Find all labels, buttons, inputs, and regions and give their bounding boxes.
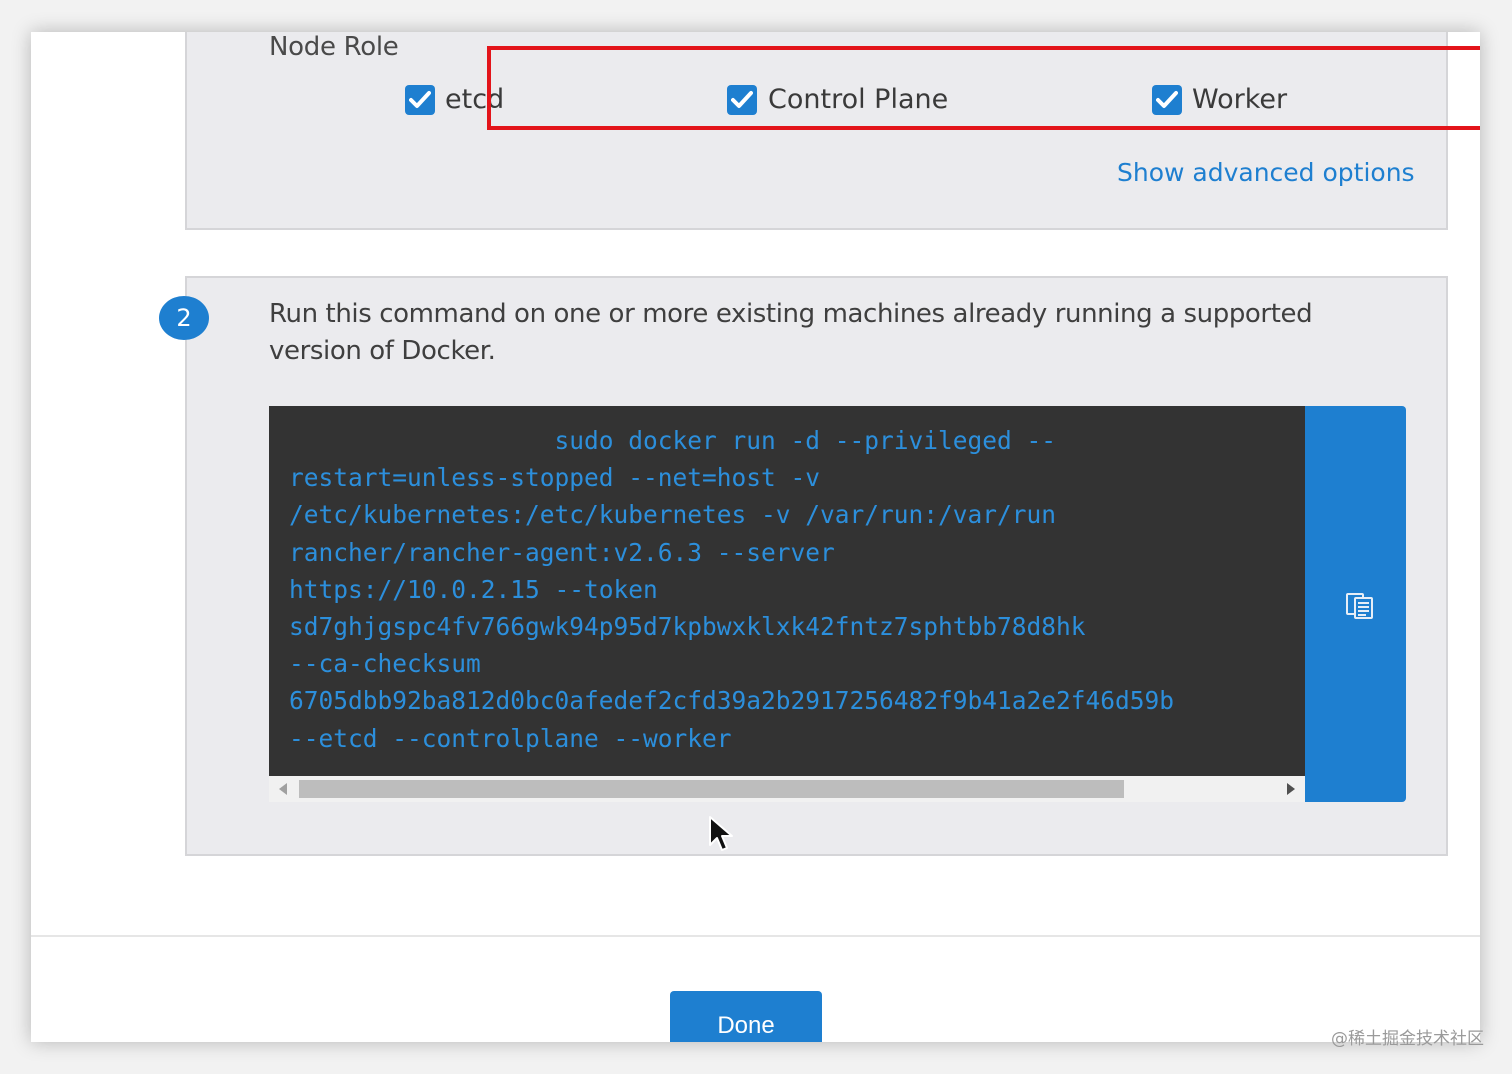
node-role-label: Node Role [269,32,399,62]
scroll-left-arrow-icon[interactable] [279,783,287,795]
scroll-right-arrow-icon[interactable] [1287,783,1295,795]
mouse-pointer-icon [709,816,733,851]
control-plane-checkbox[interactable] [727,85,757,115]
copy-command-button[interactable] [1305,406,1406,802]
docker-command[interactable]: sudo docker run -d --privileged -- resta… [289,422,1174,757]
checkmark-icon [731,91,753,108]
scrollbar-thumb[interactable] [299,780,1124,798]
worker-label[interactable]: Worker [1192,84,1287,115]
checkmark-icon [409,91,431,108]
step-number-badge: 2 [159,296,209,340]
registration-command-panel: Run this command on one or more existing… [185,276,1448,856]
etcd-checkbox[interactable] [405,85,435,115]
show-advanced-options-link[interactable]: Show advanced options [1117,158,1415,187]
add-cluster-dialog: Node Role etcd Control Plane Worker Show… [31,32,1480,1042]
clipboard-icon [1346,593,1373,619]
control-plane-label[interactable]: Control Plane [768,84,948,115]
watermark-text: @稀土掘金技术社区 [1331,1029,1484,1049]
etcd-label[interactable]: etcd [445,84,504,115]
instruction-text: Run this command on one or more existing… [269,299,1313,366]
done-button[interactable]: Done [670,991,822,1042]
command-code-block[interactable]: sudo docker run -d --privileged -- resta… [269,406,1305,776]
red-highlight-annotation [487,46,1480,130]
worker-checkbox[interactable] [1152,85,1182,115]
horizontal-scrollbar[interactable] [269,776,1305,802]
checkmark-icon [1156,91,1178,108]
footer-divider [31,935,1480,937]
screenshot-canvas: Node Role etcd Control Plane Worker Show… [0,0,1512,1074]
node-options-panel: Node Role etcd Control Plane Worker Show… [185,32,1480,230]
